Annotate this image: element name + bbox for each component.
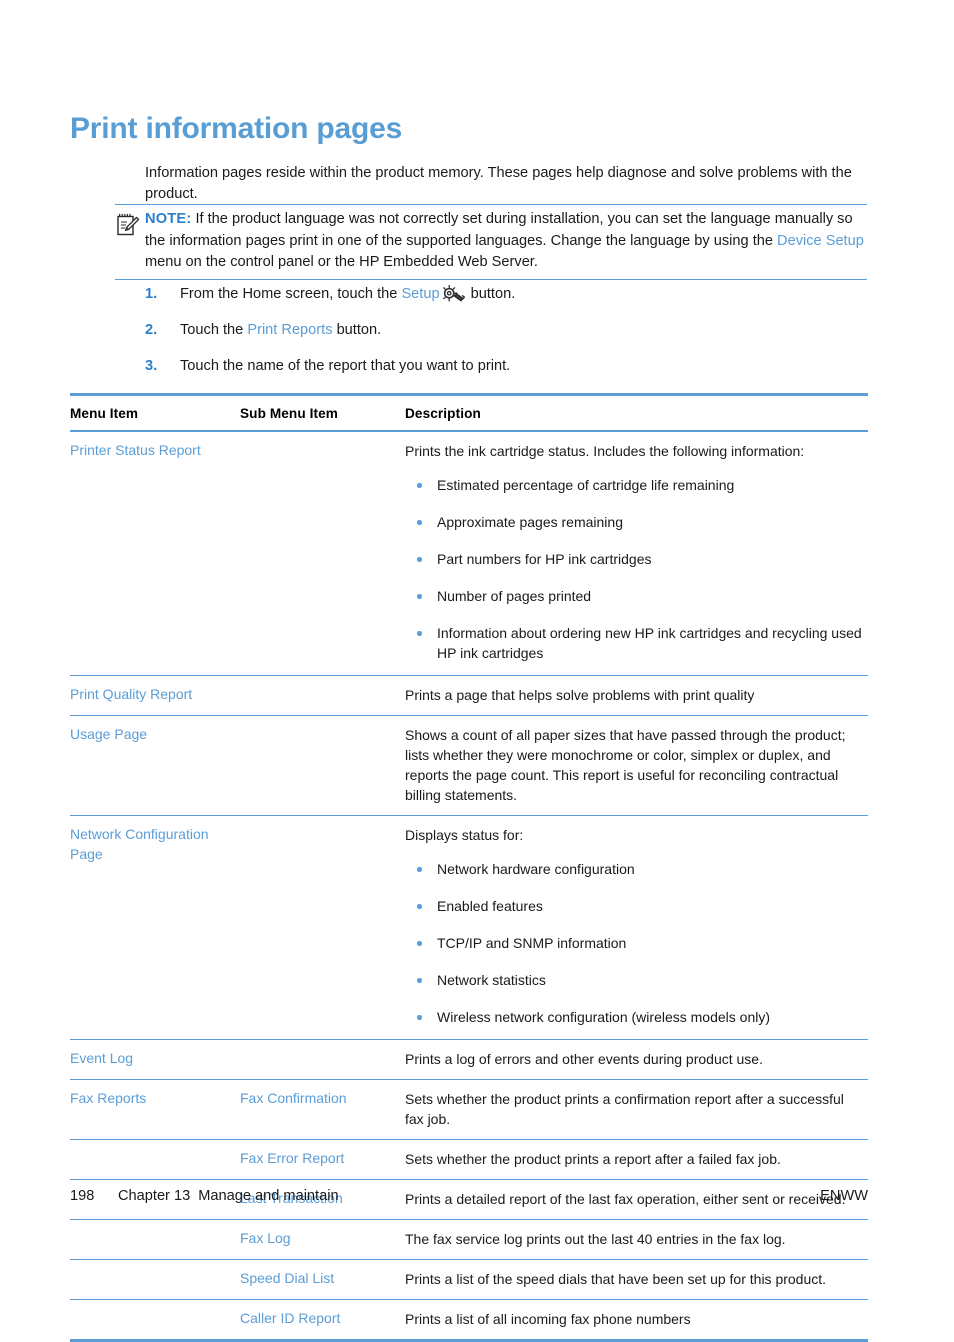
description-text: Prints the ink cartridge status. Include… bbox=[405, 443, 805, 459]
cell-description: Prints a list of all incoming fax phone … bbox=[405, 1311, 691, 1327]
list-item: Network hardware configuration bbox=[405, 859, 864, 879]
list-item: Estimated percentage of cartridge life r… bbox=[405, 475, 864, 495]
description-text: Displays status for: bbox=[405, 827, 524, 843]
note-text-before: If the product language was not correctl… bbox=[145, 211, 853, 249]
page-footer: 198 Chapter 13 Manage and maintain ENWW bbox=[70, 1188, 868, 1204]
cell-sub-menu-item bbox=[240, 1049, 405, 1069]
table-row: Printer Status Report Prints the ink car… bbox=[70, 432, 868, 676]
table-row: Caller ID Report Prints a list of all in… bbox=[70, 1300, 868, 1339]
cell-description: Prints the ink cartridge status. Include… bbox=[405, 441, 868, 665]
description-bullet-list: Estimated percentage of cartridge life r… bbox=[405, 475, 864, 663]
cell-menu-item[interactable]: Event Log bbox=[70, 1049, 240, 1069]
note-text-after: menu on the control panel or the HP Embe… bbox=[145, 254, 538, 270]
cell-menu-item[interactable]: Usage Page bbox=[70, 725, 240, 805]
table-row: Print Quality Report Prints a page that … bbox=[70, 676, 868, 716]
note-text: NOTE: If the product language was not co… bbox=[145, 209, 867, 274]
table-row: Event Log Prints a log of errors and oth… bbox=[70, 1040, 868, 1080]
cell-sub-menu-item[interactable]: Fax Error Report bbox=[240, 1149, 405, 1169]
cell-menu-item bbox=[70, 1269, 240, 1289]
step-number: 2. bbox=[145, 322, 158, 338]
footer-locale: ENWW bbox=[820, 1188, 868, 1204]
step-text: Touch the Print Reports button. bbox=[180, 322, 381, 338]
note-pencil-icon bbox=[115, 212, 141, 238]
page-title: Print information pages bbox=[70, 112, 403, 146]
list-item: Number of pages printed bbox=[405, 586, 864, 606]
list-item: Part numbers for HP ink cartridges bbox=[405, 549, 864, 569]
step-text-after: button. bbox=[332, 322, 382, 338]
cell-menu-item[interactable]: Print Quality Report bbox=[70, 685, 240, 705]
footer-page-number: 198 bbox=[70, 1188, 95, 1204]
step-link-setup[interactable]: Setup bbox=[401, 286, 439, 302]
cell-menu-item[interactable]: Network Configuration Page bbox=[70, 825, 240, 1029]
step-number: 3. bbox=[145, 358, 158, 374]
step-item: 1. From the Home screen, touch the Setup… bbox=[145, 284, 855, 310]
step-item: 3. Touch the name of the report that you… bbox=[145, 356, 855, 382]
cell-sub-menu-item[interactable]: Speed Dial List bbox=[240, 1269, 405, 1289]
column-header-description: Description bbox=[405, 406, 481, 421]
cell-menu-item bbox=[70, 1309, 240, 1329]
step-text-before: From the Home screen, touch the bbox=[180, 286, 402, 302]
document-page: Print information pages Information page… bbox=[0, 0, 954, 1342]
list-item: Information about ordering new HP ink ca… bbox=[405, 623, 864, 663]
table-row: Speed Dial List Prints a list of the spe… bbox=[70, 1260, 868, 1300]
column-header-sub-menu-item: Sub Menu Item bbox=[240, 406, 338, 421]
cell-menu-item[interactable]: Printer Status Report bbox=[70, 441, 240, 665]
step-text: From the Home screen, touch the Setup bu… bbox=[180, 284, 516, 302]
cell-menu-item bbox=[70, 1229, 240, 1249]
step-number: 1. bbox=[145, 286, 158, 302]
cell-sub-menu-item bbox=[240, 685, 405, 705]
cell-sub-menu-item bbox=[240, 441, 405, 665]
list-item: Wireless network configuration (wireless… bbox=[405, 1007, 864, 1027]
cell-sub-menu-item[interactable]: Fax Confirmation bbox=[240, 1089, 405, 1129]
table-row: Usage Page Shows a count of all paper si… bbox=[70, 716, 868, 816]
cell-sub-menu-item[interactable]: Fax Log bbox=[240, 1229, 405, 1249]
cell-menu-item bbox=[70, 1149, 240, 1169]
procedure-steps: 1. From the Home screen, touch the Setup… bbox=[145, 284, 855, 392]
footer-chapter-title: Manage and maintain bbox=[198, 1188, 339, 1204]
cell-description: Displays status for: Network hardware co… bbox=[405, 825, 868, 1029]
cell-description: Prints a page that helps solve problems … bbox=[405, 687, 755, 703]
list-item: Enabled features bbox=[405, 896, 864, 916]
column-header-menu-item: Menu Item bbox=[70, 406, 139, 421]
wrench-gear-icon bbox=[442, 284, 465, 302]
step-link-print-reports[interactable]: Print Reports bbox=[247, 322, 332, 338]
table-row: Network Configuration Page Displays stat… bbox=[70, 816, 868, 1040]
list-item: TCP/IP and SNMP information bbox=[405, 933, 864, 953]
table-row: Fax Error Report Sets whether the produc… bbox=[70, 1140, 868, 1180]
cell-description: Sets whether the product prints a confir… bbox=[405, 1091, 844, 1127]
cell-description: Sets whether the product prints a report… bbox=[405, 1151, 781, 1167]
step-text-before: Touch the name of the report that you wa… bbox=[180, 358, 511, 374]
note-link-device-setup[interactable]: Device Setup bbox=[777, 233, 864, 249]
table-header-row: Menu Item Sub Menu Item Description bbox=[70, 396, 868, 432]
cell-sub-menu-item bbox=[240, 725, 405, 805]
description-bullet-list: Network hardware configuration Enabled f… bbox=[405, 859, 864, 1027]
footer-chapter: Chapter 13 bbox=[118, 1188, 191, 1204]
intro-paragraph: Information pages reside within the prod… bbox=[145, 164, 852, 203]
step-text: Touch the name of the report that you wa… bbox=[180, 358, 510, 374]
list-item: Network statistics bbox=[405, 970, 864, 990]
cell-description: Prints a list of the speed dials that ha… bbox=[405, 1271, 827, 1287]
step-text-after: button. bbox=[466, 286, 516, 302]
cell-sub-menu-item bbox=[240, 825, 405, 1029]
cell-menu-item[interactable]: Fax Reports bbox=[70, 1089, 240, 1129]
cell-description: The fax service log prints out the last … bbox=[405, 1231, 786, 1247]
cell-description: Prints a log of errors and other events … bbox=[405, 1051, 763, 1067]
table-row: Fax Log The fax service log prints out t… bbox=[70, 1220, 868, 1260]
table-row: Fax Reports Fax Confirmation Sets whethe… bbox=[70, 1080, 868, 1140]
step-item: 2. Touch the Print Reports button. bbox=[145, 320, 855, 346]
cell-sub-menu-item[interactable]: Caller ID Report bbox=[240, 1309, 405, 1329]
cell-description: Shows a count of all paper sizes that ha… bbox=[405, 727, 846, 803]
list-item: Approximate pages remaining bbox=[405, 512, 864, 532]
step-text-before: Touch the bbox=[180, 322, 248, 338]
note-label: NOTE: bbox=[145, 211, 192, 227]
note-callout: NOTE: If the product language was not co… bbox=[115, 204, 867, 280]
